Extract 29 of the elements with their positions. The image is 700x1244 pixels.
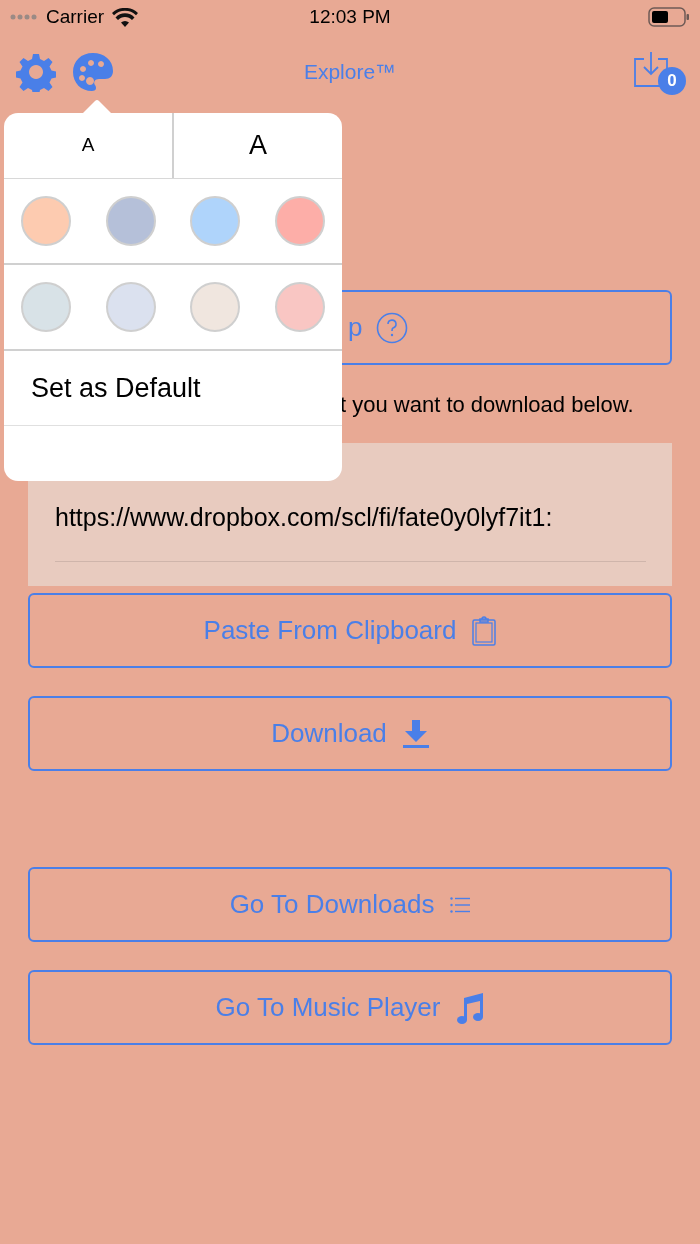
theme-swatch[interactable]: [190, 196, 241, 246]
nav-title: Explore™: [303, 59, 397, 86]
downloads-count-badge: 0: [658, 67, 686, 95]
clipboard-icon: [472, 615, 497, 646]
theme-swatch[interactable]: [105, 196, 156, 246]
clock-time: 12:03 PM: [309, 4, 391, 29]
wifi-icon: [112, 7, 139, 27]
palette-icon[interactable]: [72, 52, 114, 92]
list-icon: [450, 896, 471, 913]
carrier-name: Carrier: [46, 4, 105, 29]
download-icon: [402, 719, 429, 748]
font-size-option[interactable]: A: [172, 113, 342, 178]
battery-icon: [648, 7, 690, 27]
theme-swatch[interactable]: [274, 282, 325, 332]
action-button[interactable]: Paste From Clipboard: [28, 593, 672, 668]
theme-swatch[interactable]: [274, 196, 325, 246]
theme-swatch[interactable]: [21, 282, 72, 332]
theme-swatch[interactable]: [105, 282, 156, 332]
set-default-option[interactable]: Set as Default: [31, 367, 201, 409]
action-button[interactable]: Download: [28, 696, 672, 771]
action-button[interactable]: Go To Music Player: [28, 970, 672, 1045]
music-note-icon: [456, 991, 485, 1024]
action-button[interactable]: Go To Downloads: [28, 867, 672, 942]
help-icon: [376, 311, 409, 344]
font-size-option[interactable]: A: [4, 113, 172, 178]
theme-swatch[interactable]: [21, 196, 72, 246]
help-label: p: [348, 311, 363, 344]
settings-icon[interactable]: [16, 52, 56, 92]
theme-swatch[interactable]: [190, 282, 241, 332]
